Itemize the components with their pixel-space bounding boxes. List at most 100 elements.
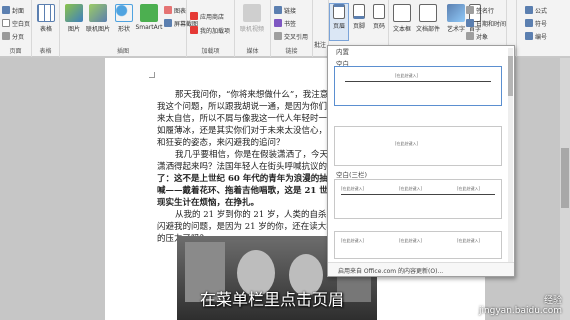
table-group: 表格 表格: [32, 0, 60, 57]
header-template-three-column[interactable]: [在此处键入] [在此处键入] [在此处键入]: [334, 179, 502, 219]
quick-parts-button[interactable]: 文档部件: [413, 4, 443, 33]
links-group: 链接 书签 交叉引用 链接: [271, 0, 313, 57]
media-group-label: 媒体: [246, 48, 259, 55]
online-video-button[interactable]: 联机视频: [239, 4, 265, 33]
date-time-icon: [466, 19, 474, 27]
smartart-button[interactable]: SmartArt: [134, 4, 164, 31]
store-label: 应用商店: [200, 14, 225, 21]
doc-line: 喊——戴着花环、拖着吉他唱歌，这是 21 世纪: [157, 186, 337, 196]
gallery-scrollbar[interactable]: [508, 48, 513, 263]
addins-group: 应用商店 我的加载项 加载项: [187, 0, 235, 57]
header-template-blank-2[interactable]: [在此处键入]: [334, 126, 502, 166]
wordart-label: 艺术字: [446, 26, 465, 33]
number-icon: [525, 32, 533, 40]
signature-icon: [466, 6, 474, 14]
media-group: 联机视频 媒体: [235, 0, 271, 57]
template-placeholder: [在此处键入]: [457, 238, 481, 243]
cover-page-icon: [2, 6, 10, 14]
online-picture-icon: [89, 4, 107, 22]
link-button[interactable]: 链接: [274, 6, 296, 16]
template-rule: [345, 81, 491, 82]
header-button[interactable]: 页眉: [329, 3, 349, 41]
links-group-label: 链接: [285, 48, 298, 55]
shapes-label: 形状: [117, 26, 130, 33]
cross-reference-button[interactable]: 交叉引用: [274, 32, 308, 42]
cross-reference-label: 交叉引用: [284, 34, 309, 41]
pi-icon: [525, 6, 533, 14]
chart-button[interactable]: 图表: [164, 6, 186, 16]
template-placeholder: [在此处键入]: [341, 186, 365, 191]
doc-line: 那天我问你，“你将来想做什么”，我注意到: [175, 90, 337, 100]
vertical-scrollbar[interactable]: [560, 58, 570, 320]
store-icon: [190, 12, 198, 20]
quick-parts-icon: [419, 4, 437, 22]
picture-icon: [65, 4, 83, 22]
template-placeholder: [在此处键入]: [399, 186, 423, 191]
smartart-icon: [140, 4, 158, 22]
scrollbar-thumb[interactable]: [561, 148, 569, 208]
date-time-button[interactable]: 日期和时间: [466, 19, 506, 29]
date-time-label: 日期和时间: [476, 21, 507, 28]
doc-line: 如履薄冰，还是其实你们对于未来太没信心，: [157, 126, 328, 136]
signature-line-button[interactable]: 签名行: [466, 6, 494, 16]
footer-label: 页脚: [352, 23, 365, 30]
equation-label: 公式: [535, 8, 548, 15]
template-placeholder: [在此处键入]: [341, 238, 365, 243]
doc-line: 和狂妄的姿态，来闪避我的追问？: [157, 138, 285, 148]
footer-icon: [353, 4, 365, 19]
table-group-label: 表格: [39, 48, 52, 55]
watermark: 经验 jingyan.baidu.com: [479, 296, 562, 316]
cover-page-button[interactable]: 封面: [2, 6, 24, 16]
page-break-label: 分页: [12, 34, 25, 41]
office-content-update-option[interactable]: 启用来自 Office.com 的内容更新(O)...: [328, 262, 514, 276]
gallery-section-builtin: 内置: [336, 48, 349, 56]
header-template-blank[interactable]: [在此处键入]: [334, 66, 502, 106]
quick-parts-label: 文档部件: [415, 26, 440, 33]
video-icon: [243, 4, 261, 22]
doc-line: 我几乎要相信，你是在假装潇洒了，今天白: [175, 150, 337, 160]
doc-line: 从我的 21 岁到你的 21 岁，人类的自杀率: [175, 210, 335, 220]
margin-corner-mark: [149, 72, 155, 78]
symbol-button[interactable]: 符号: [525, 19, 547, 29]
bookmark-icon: [274, 19, 282, 27]
number-button[interactable]: 编号: [525, 32, 547, 42]
template-placeholder: [在此处键入]: [399, 238, 423, 243]
header-label: 页眉: [332, 23, 345, 30]
blank-label: 空白页: [12, 21, 31, 28]
object-icon: [466, 32, 474, 40]
my-addins-button[interactable]: 我的加载项: [190, 26, 230, 36]
header-template-three-column-2[interactable]: [在此处键入] [在此处键入] [在此处键入]: [334, 231, 502, 259]
template-placeholder: [在此处键入]: [395, 141, 419, 146]
header-icon: [333, 4, 345, 19]
wordart-icon: [447, 4, 465, 22]
watermark-site: 经验: [543, 296, 562, 306]
textbox-label: 文本框: [392, 26, 411, 33]
doc-line: 了：这不是上世纪 60 年代的青年为浪漫的抽象: [157, 174, 337, 184]
page-number-button[interactable]: 页码: [369, 4, 389, 30]
page-break-button[interactable]: 分页: [2, 32, 24, 42]
illustrations-group-label: 插图: [116, 48, 129, 55]
object-button[interactable]: 对象: [466, 32, 488, 42]
tutorial-caption: 在菜单栏里点击页眉: [200, 290, 345, 309]
template-placeholder: [在此处键入]: [457, 186, 481, 191]
my-addins-label: 我的加载项: [200, 28, 231, 35]
equation-button[interactable]: 公式: [525, 6, 547, 16]
symbols-group: 公式 符号 编号: [516, 0, 570, 57]
store-button[interactable]: 应用商店: [190, 12, 224, 22]
footer-button[interactable]: 页脚: [349, 4, 369, 30]
signature-label: 签名行: [476, 8, 495, 15]
header-gallery-dropdown: 内置 空白 [在此处键入] [在此处键入] 空白(三栏) [在此处键入] [在此…: [327, 45, 515, 277]
bookmark-button[interactable]: 书签: [274, 19, 296, 29]
picture-label: 图片: [67, 26, 80, 33]
online-picture-button[interactable]: 联机图片: [84, 4, 112, 33]
template-placeholder: [在此处键入]: [395, 73, 419, 78]
smartart-label: SmartArt: [135, 24, 163, 31]
addins-group-label: 加载项: [201, 48, 220, 55]
textbox-button[interactable]: 文本框: [389, 4, 415, 33]
omega-icon: [525, 19, 533, 27]
blank-page-button[interactable]: 空白页: [2, 19, 30, 29]
screenshot-icon: [164, 19, 172, 27]
gallery-scroll-thumb[interactable]: [508, 56, 513, 96]
table-button[interactable]: 表格: [33, 4, 59, 33]
symbol-label: 符号: [535, 21, 548, 28]
